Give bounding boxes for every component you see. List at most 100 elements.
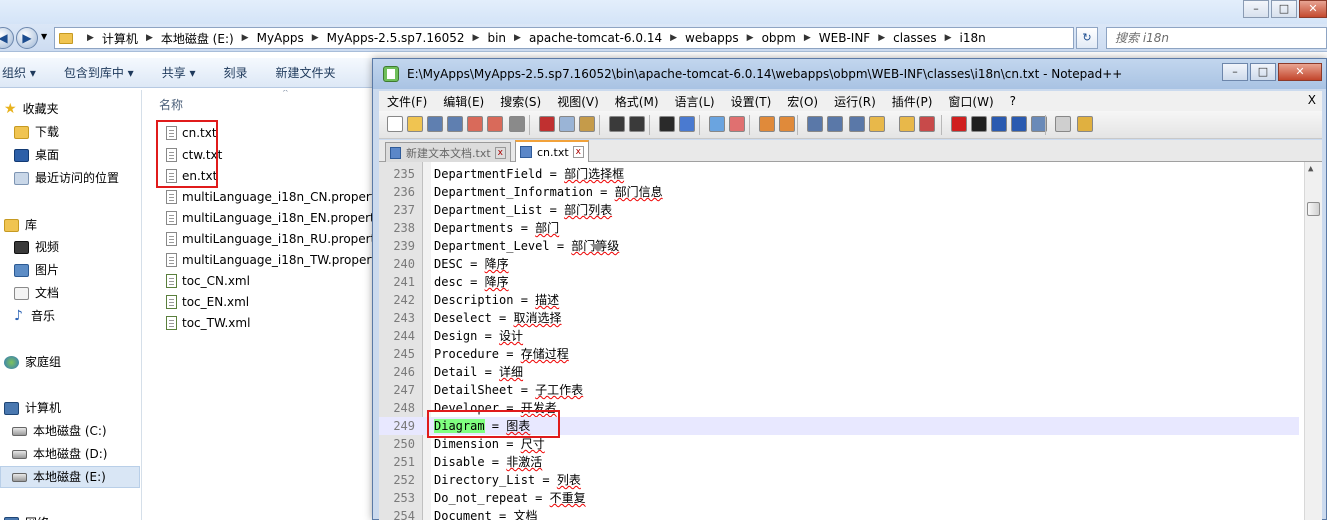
menu-item[interactable]: 窗口(W) (940, 93, 1001, 110)
record-macro-icon[interactable] (951, 116, 967, 132)
file-list-item[interactable]: multiLanguage_i18n_RU.properties (166, 228, 382, 249)
code-line[interactable]: 235 DepartmentField = 部门选择框 (379, 165, 1299, 183)
open-file-icon[interactable] (407, 116, 423, 132)
menu-item[interactable]: 视图(V) (549, 93, 607, 110)
file-list-item[interactable]: toc_EN.xml (166, 291, 249, 312)
forward-button[interactable]: ▶ (16, 27, 38, 49)
breadcrumb-item[interactable]: WEB-INF (819, 31, 870, 45)
indent-guide-icon[interactable] (849, 116, 865, 132)
code-line[interactable]: 254 Document = 文档 (379, 507, 1299, 520)
undo-icon[interactable] (609, 116, 625, 132)
npp-maximize-button[interactable]: □ (1250, 63, 1276, 81)
breadcrumb-separator-icon[interactable]: ▶ (465, 33, 488, 43)
menu-item[interactable]: 文件(F) (379, 93, 435, 110)
tab-cn-txt[interactable]: cn.txt x (515, 140, 589, 162)
code-line[interactable]: 239 Department_Level = 部门等级 (379, 237, 1299, 255)
sidebar-item-recent[interactable]: 最近访问的位置 (14, 167, 119, 189)
breadcrumb-separator-icon[interactable]: ▶ (937, 33, 960, 43)
cut-icon[interactable] (539, 116, 555, 132)
tab-new-document[interactable]: 新建文本文档.txt x (385, 142, 511, 162)
code-line[interactable]: 241 desc = 降序 (379, 273, 1299, 291)
include-in-library-button[interactable]: 包含到库中 ▾ (50, 64, 148, 81)
npp-close-button[interactable]: ✕ (1278, 63, 1322, 81)
menu-item[interactable]: 运行(R) (826, 93, 884, 110)
code-line[interactable]: 237 Department_List = 部门列表 (379, 201, 1299, 219)
code-line[interactable]: 245 Procedure = 存储过程 (379, 345, 1299, 363)
address-bar[interactable]: ▶ 计算机 ▶ 本地磁盘 (E:) ▶ MyApps ▶ MyApps-2.5.sp7.160… (54, 27, 1074, 49)
breadcrumb-separator-icon[interactable]: ▶ (739, 33, 762, 43)
file-list-item[interactable]: multiLanguage_i18n_TW.properties (166, 249, 382, 270)
close-tab-icon[interactable]: x (494, 146, 506, 159)
maximize-button[interactable]: □ (1271, 0, 1297, 18)
file-list-item[interactable]: multiLanguage_i18n_CN.properties (166, 186, 382, 207)
print-icon[interactable] (509, 116, 525, 132)
breadcrumb-item[interactable]: 本地磁盘 (E:) (161, 30, 234, 47)
file-list-item[interactable]: multiLanguage_i18n_EN.properties (166, 207, 382, 228)
breadcrumb-item[interactable]: 计算机 (102, 30, 138, 47)
find-icon[interactable] (659, 116, 675, 132)
sidebar-item-music[interactable]: ♪ 音乐 (14, 305, 55, 327)
lang-icon[interactable] (869, 116, 885, 132)
code-line[interactable]: 236 Department_Information = 部门信息 (379, 183, 1299, 201)
menu-close-button[interactable]: X (1308, 93, 1316, 107)
menu-item[interactable]: 插件(P) (884, 93, 941, 110)
ds-icon[interactable] (1055, 116, 1071, 132)
code-line[interactable]: 253 Do_not_repeat = 不重复 (379, 489, 1299, 507)
code-line[interactable]: 252 Directory_List = 列表 (379, 471, 1299, 489)
menu-item[interactable]: ? (1002, 94, 1024, 108)
sidebar-item-desktop[interactable]: 桌面 (14, 144, 59, 166)
copy-icon[interactable] (559, 116, 575, 132)
stop-macro-icon[interactable] (971, 116, 987, 132)
burn-button[interactable]: 刻录 (210, 64, 262, 81)
code-line[interactable]: 247 DetailSheet = 子工作表 (379, 381, 1299, 399)
breadcrumb-separator-icon[interactable]: ▶ (79, 33, 102, 43)
sidebar-item-documents[interactable]: 文档 (14, 282, 59, 304)
breadcrumb-separator-icon[interactable]: ▶ (234, 33, 257, 43)
close-button[interactable]: ✕ (1299, 0, 1327, 18)
text-editor[interactable]: 235 DepartmentField = 部门选择框 236 Department_… (379, 162, 1322, 520)
breadcrumb-item[interactable]: webapps (685, 31, 739, 45)
breadcrumb-item[interactable]: i18n (960, 31, 986, 45)
breadcrumb-separator-icon[interactable]: ▶ (506, 33, 529, 43)
refresh-button[interactable]: ↻ (1076, 27, 1098, 49)
code-line[interactable]: 242 Description = 描述 (379, 291, 1299, 309)
new-folder-button[interactable]: 新建文件夹 (262, 64, 350, 81)
code-line[interactable]: 251 Disable = 非激活 (379, 453, 1299, 471)
new-file-icon[interactable] (387, 116, 403, 132)
breadcrumb-item[interactable]: classes (893, 31, 936, 45)
code-line[interactable]: 244 Design = 设计 (379, 327, 1299, 345)
run-macro-icon[interactable] (1011, 116, 1027, 132)
zoom-in-icon[interactable] (709, 116, 725, 132)
breadcrumb-separator-icon[interactable]: ▶ (796, 33, 819, 43)
sidebar-item-drive-e[interactable]: 本地磁盘 (E:) (0, 466, 140, 488)
breadcrumb-separator-icon[interactable]: ▶ (870, 33, 893, 43)
word-wrap-icon[interactable] (807, 116, 823, 132)
sidebar-item-computer[interactable]: 计算机 (4, 397, 61, 419)
breadcrumb-separator-icon[interactable]: ▶ (662, 33, 685, 43)
breadcrumb-item[interactable]: bin (487, 31, 506, 45)
extra-plugin-icon[interactable] (1077, 116, 1093, 132)
redo-icon[interactable] (629, 116, 645, 132)
organize-button[interactable]: 组织 ▾ (0, 64, 50, 81)
breadcrumb-item[interactable]: MyApps-2.5.sp7.16052 (327, 31, 465, 45)
save-all-icon[interactable] (447, 116, 463, 132)
recent-pages-dropdown-icon[interactable]: ▼ (41, 32, 47, 41)
menu-item[interactable]: 语言(L) (667, 93, 723, 110)
sync-v-icon[interactable] (759, 116, 775, 132)
sidebar-item-libraries[interactable]: 库 (4, 214, 37, 236)
column-header-name[interactable]: 名称 (159, 96, 183, 113)
replace-icon[interactable] (679, 116, 695, 132)
sidebar-item-video[interactable]: 视频 (14, 236, 59, 258)
menu-item[interactable]: 宏(O) (779, 93, 826, 110)
sidebar-item-drive-c[interactable]: 本地磁盘 (C:) (12, 420, 107, 442)
minimize-button[interactable]: – (1243, 0, 1269, 18)
code-line[interactable]: 243 Deselect = 取消选择 (379, 309, 1299, 327)
back-button[interactable]: ◀ (0, 27, 14, 49)
breadcrumb-item[interactable]: obpm (762, 31, 796, 45)
menu-item[interactable]: 搜索(S) (492, 93, 549, 110)
sidebar-item-download[interactable]: 下载 (14, 121, 59, 143)
close-icon[interactable] (467, 116, 483, 132)
breadcrumb-separator-icon[interactable]: ▶ (138, 33, 161, 43)
sync-h-icon[interactable] (779, 116, 795, 132)
menu-item[interactable]: 格式(M) (607, 93, 667, 110)
